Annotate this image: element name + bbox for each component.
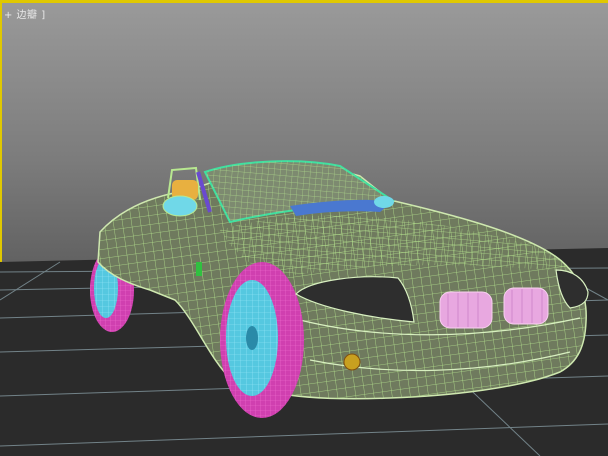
viewport-label[interactable]: + 边瓣 ] xyxy=(4,6,46,21)
front-wheel[interactable] xyxy=(220,262,304,418)
perspective-viewport[interactable]: + 边瓣 ] xyxy=(0,0,608,456)
fog-light xyxy=(343,353,361,371)
left-mirror xyxy=(162,195,198,217)
scene-canvas[interactable] xyxy=(0,0,608,456)
side-marker xyxy=(196,262,202,276)
right-mirror xyxy=(374,196,394,208)
